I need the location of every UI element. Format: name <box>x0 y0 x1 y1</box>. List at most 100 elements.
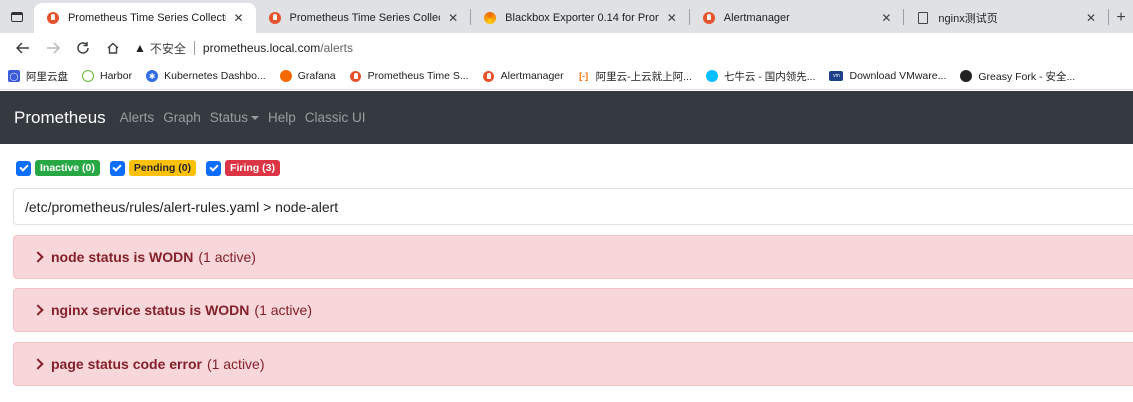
alert-active-count: (1 active) <box>206 356 265 372</box>
bookmark-label: Harbor <box>100 70 133 82</box>
chevron-right-icon <box>32 251 44 263</box>
bookmark-kubernetes[interactable]: ✱ Kubernetes Dashbo... <box>146 70 266 82</box>
checkbox-checked-icon[interactable] <box>16 160 31 176</box>
rule-group-header: /etc/prometheus/rules/alert-rules.yaml >… <box>13 188 1133 225</box>
bookmark-label: Alertmanager <box>500 70 564 82</box>
home-icon <box>107 42 119 54</box>
bookmark-harbor[interactable]: Harbor <box>82 70 132 82</box>
alert-name: page status code error <box>51 356 202 372</box>
grafana-icon <box>483 11 497 25</box>
alert-rule-row[interactable]: node status is WODN (1 active) <box>13 235 1133 279</box>
prometheus-icon <box>268 11 282 25</box>
brand-link[interactable]: Prometheus <box>14 108 106 128</box>
bookmark-label: Greasy Fork - 安全... <box>978 70 1076 83</box>
bookmark-grafana[interactable]: Grafana <box>279 70 336 82</box>
close-icon[interactable]: ✕ <box>446 11 460 25</box>
browser-tab-1[interactable]: Prometheus Time Series Collectio ✕ <box>33 3 256 33</box>
tab-title: Prometheus Time Series Collectio <box>289 12 441 24</box>
close-icon[interactable]: ✕ <box>232 11 246 25</box>
checkbox-checked-icon[interactable] <box>206 160 222 176</box>
alert-name: nginx service status is WODN <box>51 302 250 318</box>
security-label: 不安全 <box>149 41 186 56</box>
reload-button[interactable] <box>68 33 98 63</box>
bookmark-aliyun[interactable]: [-] 阿里云-上云就上阿... <box>577 69 692 84</box>
checkbox-checked-icon[interactable] <box>109 160 125 176</box>
alert-active-count: (1 active) <box>254 302 312 318</box>
alert-rule-row[interactable]: page status code error (1 active) <box>13 342 1133 386</box>
home-button[interactable] <box>98 33 128 63</box>
tab-title: Prometheus Time Series Collectio <box>67 12 226 24</box>
reload-icon <box>77 42 89 54</box>
kubernetes-icon: ✱ <box>146 70 159 82</box>
firing-badge: Firing (3) <box>225 160 280 176</box>
qiniu-icon <box>705 70 718 82</box>
close-icon[interactable]: ✕ <box>879 11 893 25</box>
vmware-icon: vm <box>829 71 844 81</box>
bookmark-prometheus[interactable]: Prometheus Time S... <box>350 70 469 82</box>
nav-status-label: Status <box>209 110 248 125</box>
caret-down-icon <box>251 116 259 121</box>
url-path: /alerts <box>320 41 353 55</box>
aliyun-drive-icon: ◯ <box>8 70 20 82</box>
prometheus-icon <box>483 70 495 82</box>
bookmark-aliyun-drive[interactable]: ◯ 阿里云盘 <box>8 69 68 84</box>
prometheus-icon <box>702 11 716 25</box>
arrow-left-icon <box>16 42 29 54</box>
filter-inactive[interactable]: Inactive (0) <box>16 160 100 176</box>
harbor-icon <box>82 70 94 82</box>
browser-tab-4[interactable]: Alertmanager ✕ <box>690 3 904 33</box>
bookmark-label: 阿里云-上云就上阿... <box>595 70 692 83</box>
address-bar[interactable]: ▲ 不安全 prometheus.local.com/alerts <box>134 36 353 60</box>
divider <box>193 41 195 55</box>
alert-name: node status is WODN <box>51 249 194 265</box>
filter-firing[interactable]: Firing (3) <box>206 160 280 176</box>
bookmark-greasyfork[interactable]: Greasy Fork - 安全... <box>960 69 1075 84</box>
document-icon <box>916 11 930 25</box>
grafana-icon <box>279 70 292 82</box>
bookmark-qiniu[interactable]: 七牛云 - 国内领先... <box>705 69 816 84</box>
bookmark-label: Grafana <box>297 70 336 82</box>
bookmark-label: Download VMware... <box>849 70 947 82</box>
nav-status[interactable]: Status <box>210 110 259 125</box>
bookmark-label: 阿里云盘 <box>26 70 68 83</box>
back-button[interactable] <box>8 33 38 63</box>
bookmark-label: 七牛云 - 国内领先... <box>723 70 816 83</box>
tab-title: Blackbox Exporter 0.14 for Prome <box>505 12 659 24</box>
arrow-right-icon <box>47 42 60 54</box>
nav-classic-ui[interactable]: Classic UI <box>305 110 366 125</box>
pending-badge: Pending (0) <box>128 160 197 176</box>
bookmark-vmware[interactable]: vm Download VMware... <box>829 70 946 82</box>
bookmark-label: Prometheus Time S... <box>367 70 469 82</box>
url-host: prometheus.local.com <box>202 41 321 55</box>
chevron-right-icon <box>32 304 44 316</box>
warning-icon: ▲ <box>134 41 146 55</box>
forward-button[interactable] <box>38 33 68 63</box>
new-tab-button[interactable]: + <box>1109 3 1133 33</box>
close-icon[interactable]: ✕ <box>1084 11 1098 25</box>
bookmark-alertmanager[interactable]: Alertmanager <box>483 70 564 82</box>
browser-tab-3[interactable]: Blackbox Exporter 0.14 for Prome ✕ <box>471 3 689 33</box>
alert-active-count: (1 active) <box>198 249 256 265</box>
tab-actions-button[interactable] <box>0 0 34 33</box>
browser-tab-strip: Prometheus Time Series Collectio ✕ Prome… <box>0 0 1133 33</box>
prometheus-icon <box>46 11 60 25</box>
browser-toolbar: ▲ 不安全 prometheus.local.com/alerts <box>0 33 1133 63</box>
nav-graph[interactable]: Graph <box>163 110 201 125</box>
prometheus-navbar: Prometheus Alerts Graph Status Help Clas… <box>0 91 1133 144</box>
prometheus-icon <box>350 70 362 82</box>
chevron-right-icon <box>32 358 44 370</box>
bookmark-label: Kubernetes Dashbo... <box>164 70 266 82</box>
bookmarks-bar: ◯ 阿里云盘 Harbor ✱ Kubernetes Dashbo... Gra… <box>0 63 1133 90</box>
aliyun-icon: [-] <box>577 70 590 82</box>
close-icon[interactable]: ✕ <box>665 11 679 25</box>
nav-alerts[interactable]: Alerts <box>120 110 155 125</box>
tab-title: nginx测试页 <box>938 13 998 25</box>
browser-tab-2[interactable]: Prometheus Time Series Collectio ✕ <box>256 3 471 33</box>
filter-pending[interactable]: Pending (0) <box>109 160 197 176</box>
alert-state-filters: Inactive (0) Pending (0) Firing (3) <box>16 160 290 176</box>
nav-help[interactable]: Help <box>268 110 296 125</box>
window-icon <box>10 11 23 22</box>
browser-tab-5[interactable]: nginx测试页 ✕ <box>904 3 1108 33</box>
inactive-badge: Inactive (0) <box>35 160 100 176</box>
alert-rule-row[interactable]: nginx service status is WODN (1 active) <box>13 288 1133 332</box>
